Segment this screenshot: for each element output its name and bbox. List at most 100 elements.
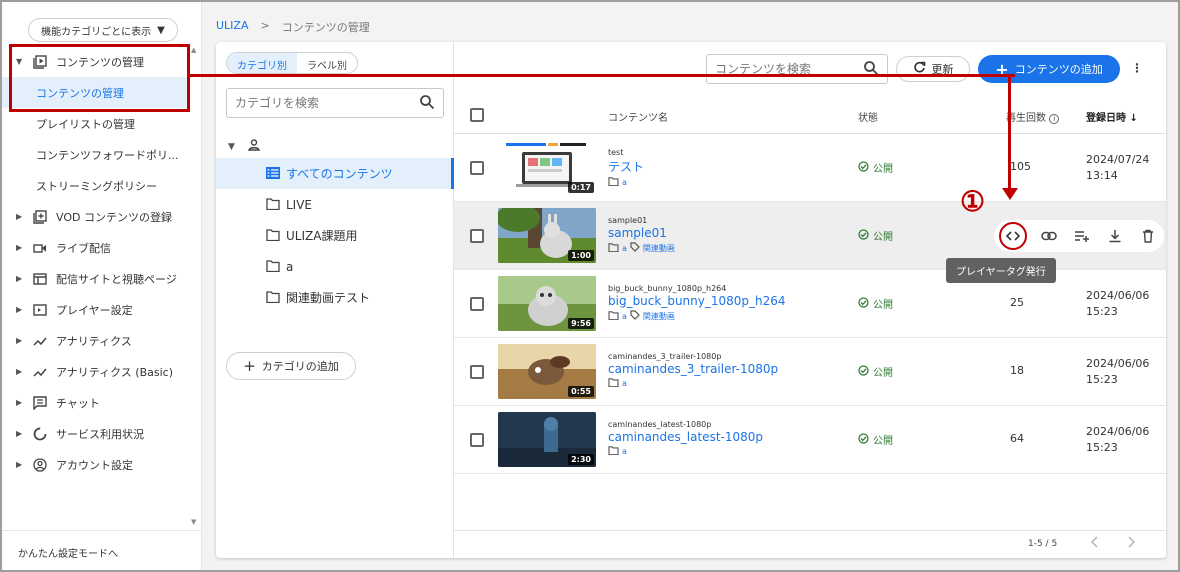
content-title-link[interactable]: caminandes_latest-1080p xyxy=(608,430,763,444)
list-icon xyxy=(266,167,280,182)
category-item-uliza-task[interactable]: ULIZA課題用 xyxy=(216,220,454,251)
playlist-add-icon[interactable] xyxy=(1071,225,1093,247)
chevron-left-icon[interactable] xyxy=(1090,536,1100,551)
sidebar-item-account[interactable]: ▶ アカウント設定 xyxy=(2,449,190,480)
folder-icon xyxy=(608,242,619,254)
category-item-related-test[interactable]: 関連動画テスト xyxy=(216,282,454,313)
sidebar-item-analytics-basic[interactable]: ▶ アナリティクス (Basic) xyxy=(2,356,190,387)
category-tree-root[interactable]: ▼ xyxy=(228,138,261,155)
breadcrumb-root[interactable]: ULIZA xyxy=(216,19,248,35)
content-subtitle: caminandes_latest-1080p xyxy=(608,420,712,429)
time-text: 15:23 xyxy=(1086,305,1118,318)
add-content-button[interactable]: + コンテンツの追加 xyxy=(978,55,1120,83)
status-badge: 公開 xyxy=(858,432,893,447)
app-frame: 機能カテゴリごとに表示 ▼ ▼ コンテンツの管理 コンテンツの管理 プレイリスト… xyxy=(0,0,1180,572)
refresh-button[interactable]: 更新 xyxy=(896,56,970,82)
row-checkbox[interactable] xyxy=(470,297,484,311)
sidebar-item-playlist[interactable]: プレイリストの管理 xyxy=(2,108,190,139)
sidebar-item-player-settings[interactable]: ▶ プレイヤー設定 xyxy=(2,294,190,325)
sidebar-scrollbar[interactable]: ▲ ▼ xyxy=(190,46,200,526)
video-thumbnail[interactable]: 2:30 xyxy=(498,412,596,467)
column-header-date[interactable]: 登録日時 ↓ xyxy=(1086,109,1138,124)
caret-right-icon: ▶ xyxy=(16,336,23,345)
caret-right-icon: ▶ xyxy=(16,367,23,376)
row-checkbox[interactable] xyxy=(470,161,484,175)
sidebar-item-label: アカウント設定 xyxy=(56,458,133,472)
tag-label[interactable]: 関連動画 xyxy=(643,311,675,322)
video-thumbnail[interactable]: 9:56 xyxy=(498,276,596,331)
folder-label[interactable]: a xyxy=(622,178,627,187)
sidebar-item-streaming-policy[interactable]: ストリーミングポリシー xyxy=(2,170,190,201)
column-header-plays: 再生回数 i xyxy=(1006,109,1060,124)
add-category-button[interactable]: + カテゴリの追加 xyxy=(226,352,356,380)
code-icon[interactable] xyxy=(999,222,1028,250)
folder-label[interactable]: a xyxy=(622,244,627,253)
caret-right-icon: ▶ xyxy=(16,274,23,283)
sidebar-item-sites[interactable]: ▶ 配信サイトと視聴ページ xyxy=(2,263,190,294)
sidebar-item-usage[interactable]: ▶ サービス利用状況 xyxy=(2,418,190,449)
folder-icon xyxy=(266,198,280,213)
sidebar-item-analytics[interactable]: ▶ アナリティクス xyxy=(2,325,190,356)
content-name: sample01 sample01 a 関連動画 xyxy=(608,216,675,254)
tab-by-category[interactable]: カテゴリ別 xyxy=(227,53,297,73)
content-name: caminandes_3_trailer-1080p caminandes_3_… xyxy=(608,352,778,389)
video-thumbnail[interactable]: 1:00 xyxy=(498,208,596,263)
link-icon[interactable] xyxy=(1038,225,1060,247)
check-circle-icon xyxy=(858,228,869,243)
sidebar-item-vod-register[interactable]: ▶ VOD コンテンツの登録 xyxy=(2,201,190,232)
category-item-live[interactable]: LIVE xyxy=(216,189,454,220)
folder-label[interactable]: a xyxy=(622,379,627,388)
video-thumbnail[interactable]: 0:55 xyxy=(498,344,596,399)
table-row[interactable]: 0:17 test テスト a 公開 105 2024/07/24 13:14 xyxy=(454,134,1166,202)
content-title-link[interactable]: caminandes_3_trailer-1080p xyxy=(608,362,778,376)
download-icon[interactable] xyxy=(1104,225,1126,247)
duration-badge: 0:17 xyxy=(568,182,594,193)
tab-by-label[interactable]: ラベル別 xyxy=(297,53,357,73)
category-item-a[interactable]: a xyxy=(216,251,454,282)
table-row[interactable]: 1:00 sample01 sample01 a 関連動画 公開 プレイヤータグ… xyxy=(454,202,1166,283)
date-text: 2024/06/06 xyxy=(1086,425,1150,438)
time-text: 15:23 xyxy=(1086,373,1118,386)
sidebar-item-live[interactable]: ▶ ライブ配信 xyxy=(2,232,190,263)
content-name: big_buck_bunny_1080p_h264 big_buck_bunny… xyxy=(608,284,786,322)
arrow-down-icon: ↓ xyxy=(1129,113,1138,124)
scroll-up-icon[interactable]: ▲ xyxy=(191,46,196,54)
column-header-name: コンテンツ名 xyxy=(608,113,668,124)
sidebar-item-chat[interactable]: ▶ チャット xyxy=(2,387,190,418)
table-row[interactable]: 9:56 big_buck_bunny_1080p_h264 big_buck_… xyxy=(454,270,1166,338)
delete-icon[interactable] xyxy=(1137,225,1159,247)
content-title-link[interactable]: sample01 xyxy=(608,226,675,240)
sidebar-item-label: チャット xyxy=(56,396,100,410)
video-thumbnail[interactable]: 0:17 xyxy=(498,140,596,195)
category-item-all[interactable]: すべてのコンテンツ xyxy=(216,158,454,189)
scroll-down-icon[interactable]: ▼ xyxy=(191,518,196,526)
sidebar-item-forward-policy[interactable]: コンテンツフォワードポリ... xyxy=(2,139,190,170)
tag-label[interactable]: 関連動画 xyxy=(643,243,675,254)
select-all-checkbox[interactable] xyxy=(470,108,484,122)
chevron-right-icon[interactable] xyxy=(1126,536,1136,551)
easy-mode-link[interactable]: かんたん設定モードへ xyxy=(2,530,202,570)
more-vert-icon[interactable]: ⋮ xyxy=(1130,58,1144,78)
search-icon[interactable] xyxy=(419,94,435,113)
category-tree: すべてのコンテンツ LIVE ULIZA課題用 a 関連動画テスト xyxy=(216,158,454,313)
row-checkbox[interactable] xyxy=(470,229,484,243)
row-actions xyxy=(994,220,1164,252)
time-text: 15:23 xyxy=(1086,441,1118,454)
folder-label[interactable]: a xyxy=(622,312,627,321)
sidebar-item-label: プレイヤー設定 xyxy=(56,303,133,317)
info-icon[interactable]: i xyxy=(1049,114,1060,124)
table-row[interactable]: 0:55 caminandes_3_trailer-1080p caminand… xyxy=(454,338,1166,406)
category-search-box xyxy=(226,88,444,118)
row-checkbox[interactable] xyxy=(470,365,484,379)
breadcrumb-current: コンテンツの管理 xyxy=(281,21,370,34)
view-mode-dropdown[interactable]: 機能カテゴリごとに表示 ▼ xyxy=(28,18,178,42)
folder-label[interactable]: a xyxy=(622,447,627,456)
content-search-input[interactable] xyxy=(707,55,855,83)
row-checkbox[interactable] xyxy=(470,433,484,447)
folder-icon xyxy=(266,260,280,275)
table-row[interactable]: 2:30 caminandes_latest-1080p caminandes_… xyxy=(454,406,1166,474)
sidebar-item-label: コンテンツフォワードポリ... xyxy=(36,148,179,162)
content-title-link[interactable]: テスト xyxy=(608,158,644,175)
category-search-input[interactable] xyxy=(227,89,407,117)
content-title-link[interactable]: big_buck_bunny_1080p_h264 xyxy=(608,294,786,308)
